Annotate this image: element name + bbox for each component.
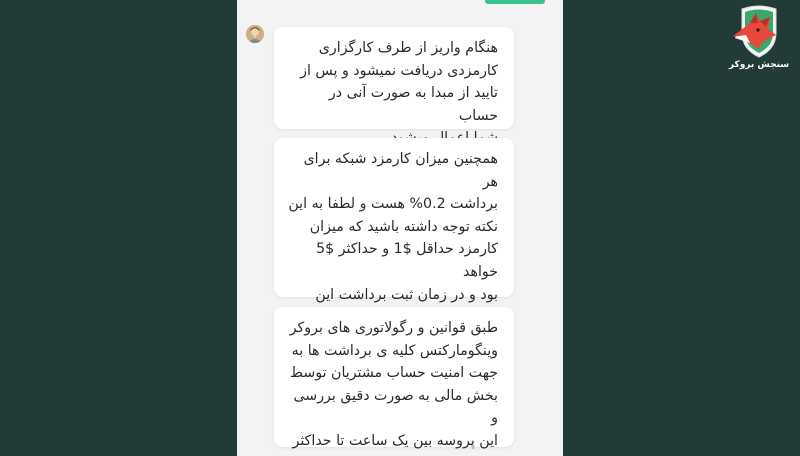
agent-avatar-icon (246, 25, 264, 43)
chat-message: طبق قوانین و رگولاتوری های بروکر وینگوما… (274, 307, 514, 456)
chat-message: همچنین میزان کارمزد شبکه برای هر برداشت … (274, 138, 514, 348)
brand-name: سنجش بروکر (728, 60, 790, 70)
chat-panel: هنگام واریز از طرف کارگزاری کارمزدی دریا… (237, 0, 563, 456)
message-text: هنگام واریز از طرف کارگزاری کارمزدی دریا… (300, 40, 498, 146)
top-accent-bar (485, 0, 545, 4)
chat-message: هنگام واریز از طرف کارگزاری کارمزدی دریا… (274, 27, 514, 146)
brand-logo: سنجش بروکر (720, 3, 798, 77)
fox-shield-icon (732, 5, 777, 58)
message-text: طبق قوانین و رگولاتوری های بروکر وینگوما… (289, 320, 498, 456)
